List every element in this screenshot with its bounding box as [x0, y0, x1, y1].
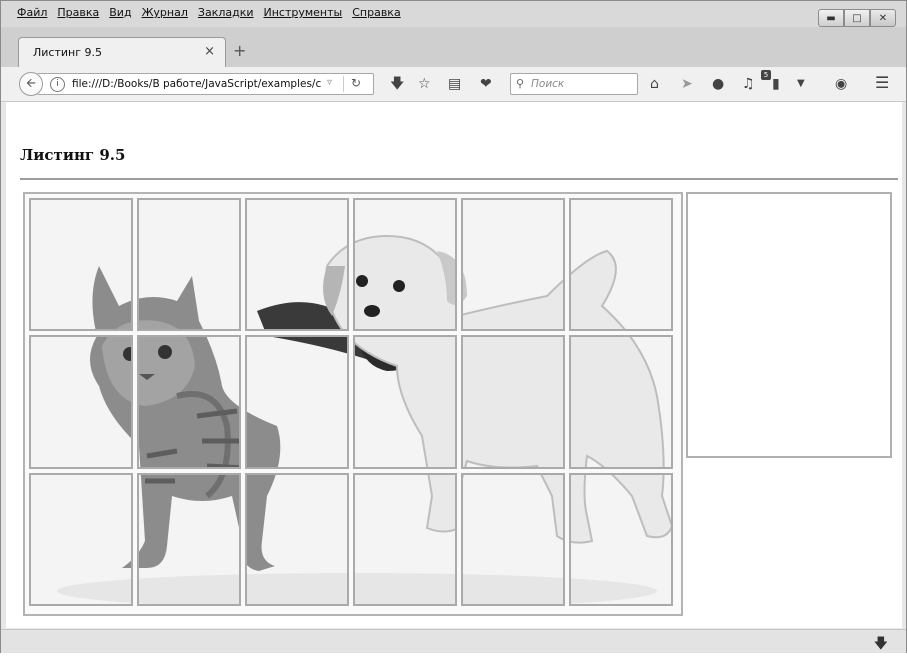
puzzle-piece[interactable]	[29, 472, 133, 606]
puzzle-piece[interactable]	[353, 198, 457, 332]
puzzle-piece[interactable]	[245, 335, 349, 469]
page-title: Листинг 9.5	[20, 146, 126, 164]
tab-title: Листинг 9.5	[33, 46, 102, 59]
new-tab-icon[interactable]: +	[233, 41, 246, 60]
puzzle-piece[interactable]	[461, 335, 565, 469]
puzzle-piece-image	[31, 474, 131, 604]
menu-item-view[interactable]: Вид	[109, 6, 131, 19]
puzzle-piece[interactable]	[137, 335, 241, 469]
search-box[interactable]: ⚲	[510, 73, 638, 95]
puzzle-piece[interactable]	[137, 472, 241, 606]
url-text[interactable]: file:///D:/Books/В работе/JavaScript/exa…	[72, 78, 322, 90]
puzzle-piece[interactable]	[245, 472, 349, 606]
menu-item-edit[interactable]: Правка	[57, 6, 99, 19]
menu-item-tools[interactable]: Инструменты	[264, 6, 343, 19]
reading-list-icon[interactable]: ▤	[448, 75, 461, 93]
download-status-icon[interactable]: 🡇	[874, 633, 888, 657]
puzzle-piece-image	[355, 337, 455, 467]
close-window-button[interactable]: ✕	[870, 9, 896, 27]
address-bar[interactable]: i file:///D:/Books/В работе/JavaScript/e…	[37, 73, 374, 95]
puzzle-piece-image	[463, 337, 563, 467]
bookmark-star-icon[interactable]: ☆	[418, 75, 431, 93]
info-icon[interactable]: i	[50, 77, 65, 92]
browser-window: Файл Правка Вид Журнал Закладки Инструме…	[0, 0, 907, 653]
page-content: Листинг 9.5	[6, 102, 902, 628]
menu-item-history[interactable]: Журнал	[142, 6, 188, 19]
puzzle-piece-image	[571, 337, 671, 467]
puzzle-piece[interactable]	[245, 198, 349, 332]
puzzle-piece[interactable]	[353, 335, 457, 469]
extension-icon[interactable]: ▮	[772, 75, 780, 93]
puzzle-piece-image	[355, 200, 455, 330]
maximize-button[interactable]: □	[844, 9, 870, 27]
menu-item-help[interactable]: Справка	[352, 6, 400, 19]
minimize-button[interactable]: ▬	[818, 9, 844, 27]
menu-item-bookmarks[interactable]: Закладки	[198, 6, 254, 19]
puzzle-piece[interactable]	[461, 472, 565, 606]
globe-icon[interactable]: ◉	[835, 75, 847, 93]
puzzle-piece[interactable]	[137, 198, 241, 332]
puzzle-piece[interactable]	[569, 335, 673, 469]
send-icon[interactable]: ➤	[681, 75, 693, 93]
puzzle-drop-zone[interactable]	[686, 192, 892, 458]
puzzle-piece-image	[139, 200, 239, 330]
puzzle-piece[interactable]	[29, 335, 133, 469]
puzzle-piece-image	[139, 474, 239, 604]
notification-badge: 5	[761, 70, 771, 80]
reload-icon[interactable]: ↻	[351, 76, 361, 90]
divider	[20, 178, 898, 180]
chat-icon[interactable]: ●	[712, 75, 724, 93]
search-input[interactable]	[531, 77, 631, 91]
puzzle-piece[interactable]	[569, 198, 673, 332]
tab-listing[interactable]: Листинг 9.5 ×	[18, 37, 226, 67]
tab-close-icon[interactable]: ×	[204, 44, 215, 59]
puzzle-piece-image	[247, 337, 347, 467]
puzzle-piece[interactable]	[29, 198, 133, 332]
dropdown-icon[interactable]: ▼	[797, 75, 805, 93]
music-icon[interactable]: ♫	[742, 75, 755, 93]
puzzle-piece-image	[463, 200, 563, 330]
puzzle-piece-image	[247, 474, 347, 604]
puzzle-piece-image	[139, 337, 239, 467]
close-icon: ✕	[878, 12, 888, 24]
puzzle-piece-image	[247, 200, 347, 330]
url-separator	[343, 76, 344, 92]
download-icon[interactable]: 🡇	[390, 75, 404, 93]
tab-strip: Листинг 9.5 × +	[1, 27, 906, 67]
menu-list: Файл Правка Вид Журнал Закладки Инструме…	[17, 6, 411, 19]
maximize-icon: □	[852, 12, 862, 24]
menu-icon[interactable]: ☰	[875, 74, 889, 92]
back-arrow-icon: 🡨	[26, 75, 36, 90]
navigation-toolbar: i file:///D:/Books/В работе/JavaScript/e…	[1, 67, 906, 102]
puzzle-piece[interactable]	[569, 472, 673, 606]
puzzle-piece-image	[463, 474, 563, 604]
status-bar: 🡇	[1, 629, 906, 653]
puzzle-piece-image	[571, 200, 671, 330]
puzzle-piece-image	[355, 474, 455, 604]
puzzle-piece-image	[31, 200, 131, 330]
back-button[interactable]: 🡨	[19, 72, 43, 96]
window-controls: ▬ □ ✕	[818, 9, 896, 27]
puzzle-piece-image	[571, 474, 671, 604]
search-icon: ⚲	[516, 77, 525, 90]
pocket-icon[interactable]: ❤	[480, 75, 492, 93]
puzzle-piece[interactable]	[461, 198, 565, 332]
puzzle-grid	[23, 192, 683, 616]
puzzle-piece[interactable]	[353, 472, 457, 606]
minimize-icon: ▬	[826, 12, 836, 24]
menu-item-file[interactable]: Файл	[17, 6, 47, 19]
menu-bar: Файл Правка Вид Журнал Закладки Инструме…	[1, 1, 906, 27]
home-icon[interactable]: ⌂	[650, 75, 659, 93]
puzzle-piece-image	[31, 337, 131, 467]
chevron-down-icon[interactable]: ▿	[327, 77, 332, 88]
